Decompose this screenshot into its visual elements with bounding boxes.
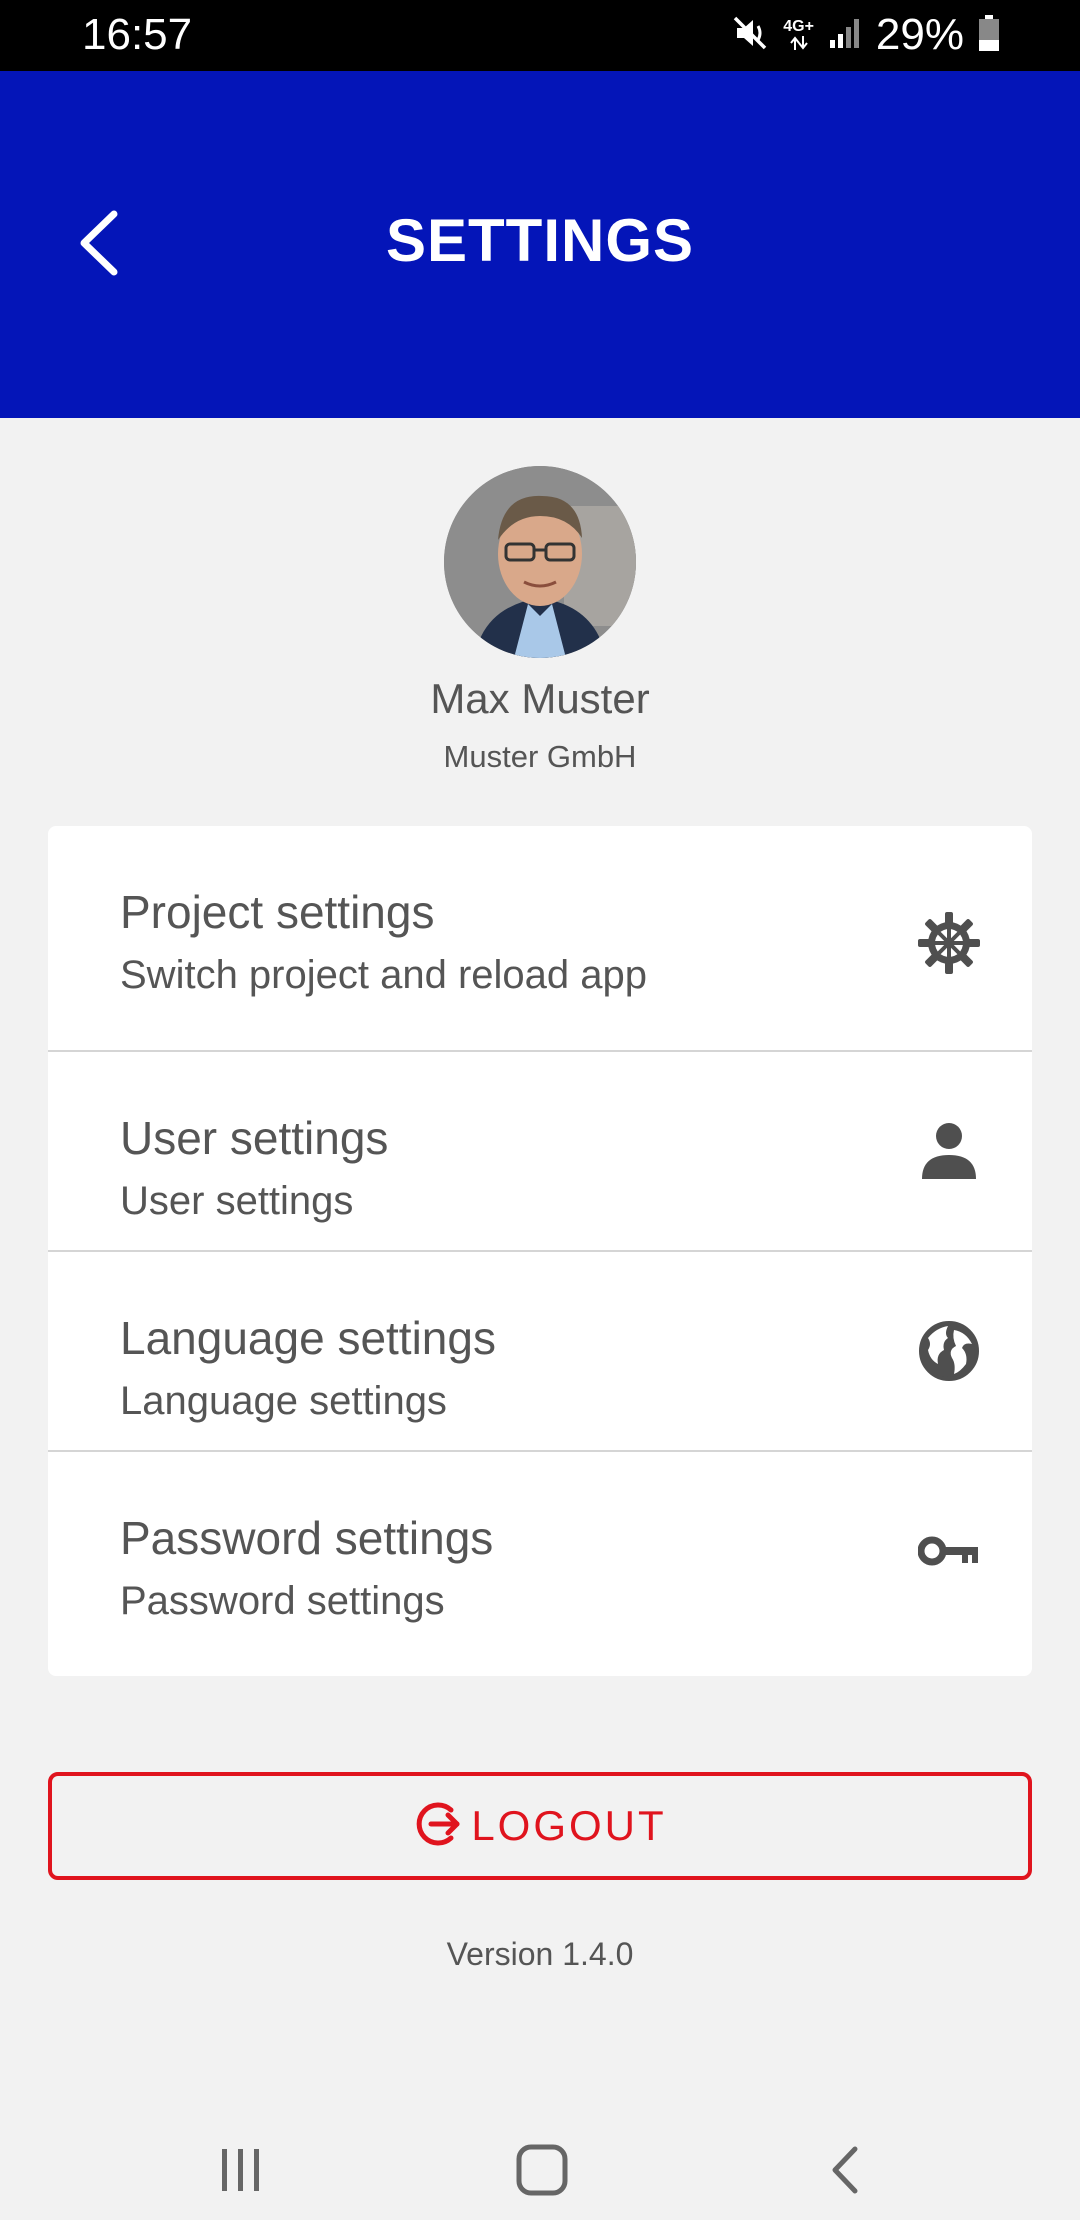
logout-button[interactable]: LOGOUT xyxy=(48,1772,1032,1880)
profile-company: Muster GmbH xyxy=(443,739,637,774)
battery-percent: 29% xyxy=(875,10,964,59)
page-title: SETTINGS xyxy=(385,207,695,274)
battery-icon xyxy=(978,14,1000,57)
logout-icon xyxy=(413,1798,465,1855)
app-header: SETTINGS xyxy=(0,71,1080,418)
home-icon[interactable] xyxy=(492,2120,592,2220)
logout-label: LOGOUT xyxy=(471,1802,667,1849)
signal-icon xyxy=(828,16,862,55)
person-icon xyxy=(916,1118,982,1184)
settings-list: Project settings Switch project and relo… xyxy=(48,826,1032,1676)
status-time: 16:57 xyxy=(82,10,193,59)
avatar xyxy=(444,466,636,658)
back-icon[interactable] xyxy=(795,2120,895,2220)
recent-apps-icon[interactable] xyxy=(191,2120,291,2220)
key-icon xyxy=(916,1518,982,1584)
settings-item-title: Password settings xyxy=(120,1512,494,1564)
version-text: Version 1.4.0 xyxy=(446,1936,634,1972)
settings-item-subtitle: Password settings xyxy=(120,1579,445,1623)
mute-icon xyxy=(731,14,769,57)
network-type: 4G+ xyxy=(783,19,814,51)
settings-item-password[interactable]: Password settings Password settings xyxy=(48,1450,1032,1676)
settings-item-project[interactable]: Project settings Switch project and relo… xyxy=(48,826,1032,1050)
globe-icon xyxy=(916,1318,982,1384)
settings-item-user[interactable]: User settings User settings xyxy=(48,1050,1032,1250)
gear-icon xyxy=(916,910,982,976)
settings-item-subtitle: Language settings xyxy=(120,1379,447,1423)
settings-item-title: Project settings xyxy=(120,886,435,938)
settings-item-title: User settings xyxy=(120,1112,389,1164)
settings-item-subtitle: User settings xyxy=(120,1179,354,1223)
profile-name: Max Muster xyxy=(430,675,650,722)
settings-item-subtitle: Switch project and reload app xyxy=(120,953,647,997)
data-arrows-icon xyxy=(789,36,808,50)
avatar-photo xyxy=(444,466,636,658)
settings-item-title: Language settings xyxy=(120,1312,496,1364)
settings-screen: 16:57 4G+ 29% SETTINGS Max Muster Muster… xyxy=(0,0,1080,2220)
system-nav-bar xyxy=(0,2100,1080,2220)
settings-item-language[interactable]: Language settings Language settings xyxy=(48,1250,1032,1450)
status-icons: 4G+ 29% xyxy=(731,8,1000,62)
status-bar: 16:57 4G+ 29% xyxy=(0,0,1080,71)
